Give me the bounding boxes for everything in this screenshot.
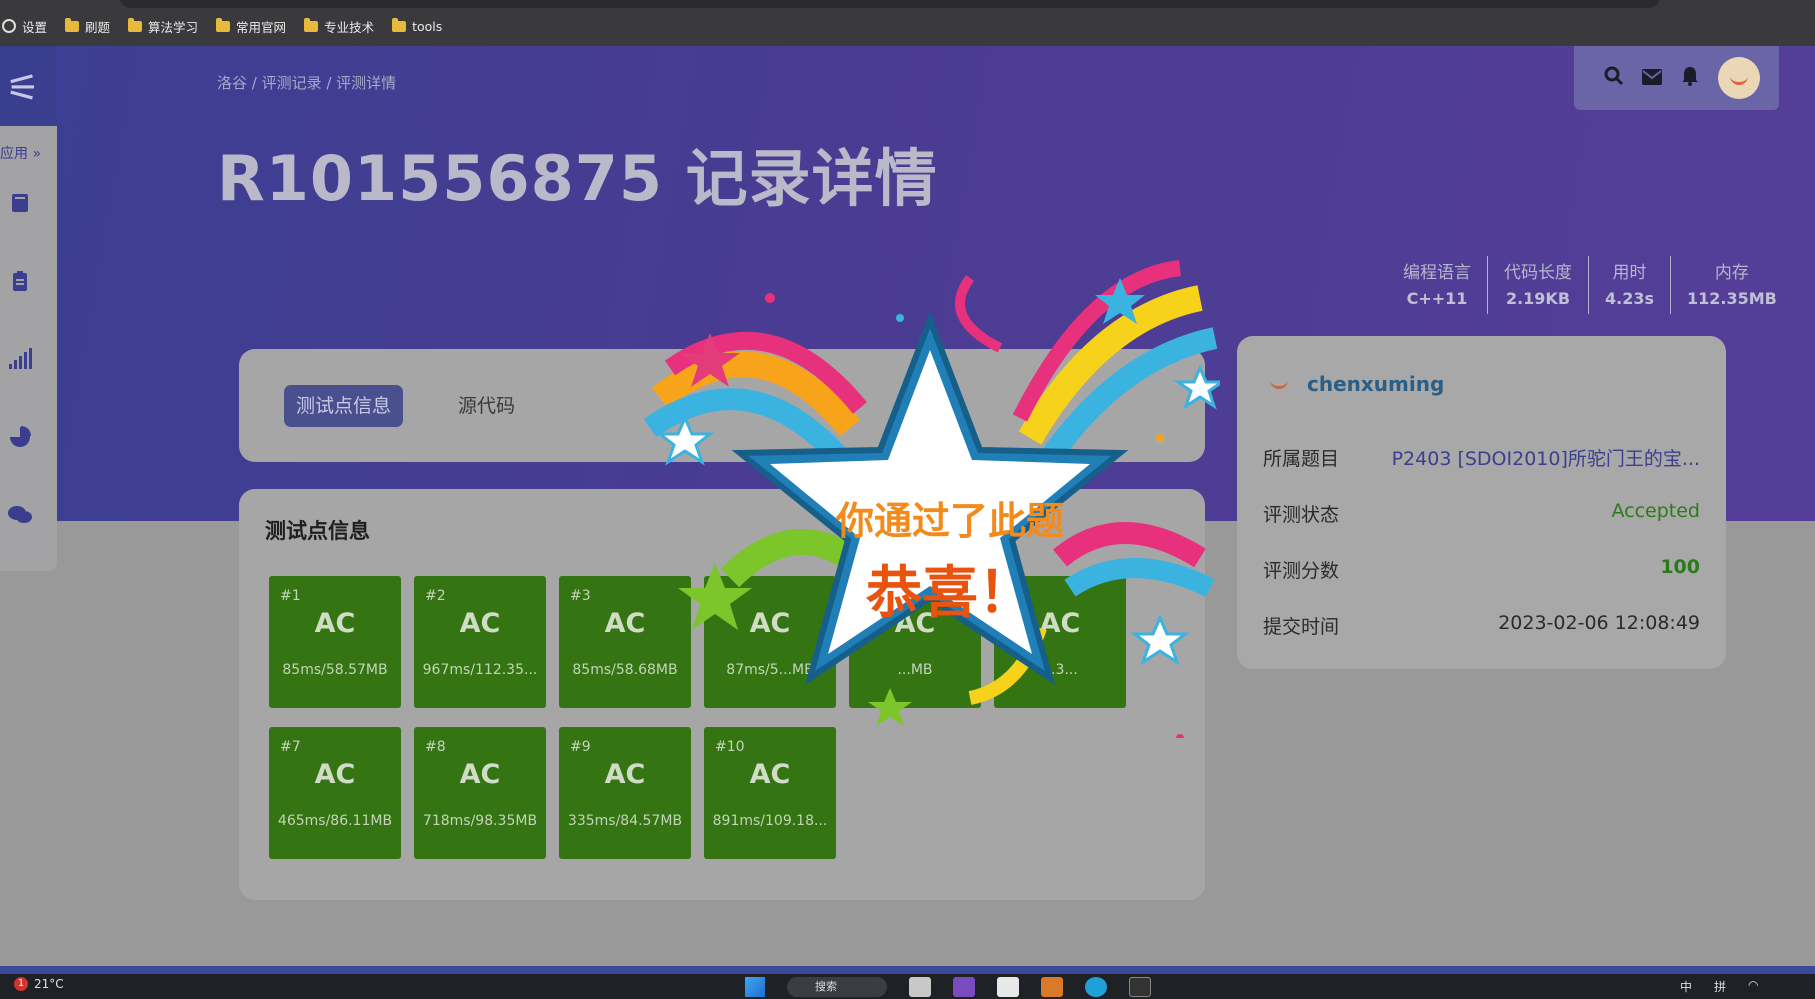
logo-area: ⚟ bbox=[0, 46, 57, 126]
file-explorer-icon[interactable] bbox=[909, 977, 931, 997]
bell-icon[interactable] bbox=[1680, 66, 1700, 91]
test-case[interactable]: #1 AC 85ms/58.57MB bbox=[269, 576, 401, 708]
submission-stats: 编程语言 C++11 代码长度 2.19KB 用时 4.23s 内存 112.3… bbox=[1387, 256, 1793, 314]
test-case[interactable]: #8 AC 718ms/98.35MB bbox=[414, 727, 546, 859]
windows-start-icon[interactable] bbox=[745, 977, 765, 997]
typora-icon[interactable] bbox=[997, 977, 1019, 997]
taskbar-search[interactable]: 搜索 bbox=[787, 977, 887, 997]
sublime-icon[interactable] bbox=[1041, 977, 1063, 997]
user-face-icon bbox=[1263, 376, 1295, 392]
stat-time: 用时 4.23s bbox=[1589, 256, 1671, 314]
problem-link[interactable]: P2403 [SDOI2010]所驼门王的宝... bbox=[1392, 444, 1700, 471]
weather-widget[interactable]: 1 21°C bbox=[14, 977, 64, 991]
gear-icon bbox=[2, 19, 16, 33]
pie-chart-icon[interactable] bbox=[8, 426, 32, 448]
stat-code-length: 代码长度 2.19KB bbox=[1488, 256, 1589, 314]
address-bar[interactable] bbox=[120, 0, 1660, 8]
book-icon[interactable] bbox=[8, 192, 32, 214]
test-case[interactable]: #10 AC 891ms/109.18... bbox=[704, 727, 836, 859]
stat-memory: 内存 112.35MB bbox=[1687, 263, 1777, 308]
tab-source-code[interactable]: 源代码 bbox=[446, 385, 527, 427]
submitter[interactable]: chenxuming bbox=[1263, 372, 1444, 396]
info-row-status: 评测状态 Accepted bbox=[1263, 500, 1700, 526]
bookmark-folder[interactable]: 专业技术 bbox=[304, 17, 374, 36]
bookmark-folder[interactable]: 刷题 bbox=[65, 17, 110, 36]
bookmark-settings[interactable]: 设置 bbox=[2, 17, 47, 36]
ime-mode[interactable]: 拼 bbox=[1714, 978, 1726, 995]
submission-info-card: chenxuming 所属题目 P2403 [SDOI2010]所驼门王的宝..… bbox=[1237, 336, 1726, 669]
test-case[interactable]: #7 AC 465ms/86.11MB bbox=[269, 727, 401, 859]
bookmark-folder[interactable]: tools bbox=[392, 17, 442, 34]
info-row-submit-time: 提交时间 2023-02-06 12:08:49 bbox=[1263, 612, 1700, 638]
username[interactable]: chenxuming bbox=[1307, 372, 1444, 396]
notification-badge: 1 bbox=[14, 977, 28, 991]
visual-studio-icon[interactable] bbox=[953, 977, 975, 997]
search-icon[interactable] bbox=[1604, 66, 1624, 91]
stat-language: 编程语言 C++11 bbox=[1387, 256, 1488, 314]
left-sidebar: ⚟ 应用 » bbox=[0, 46, 57, 571]
folder-icon bbox=[216, 17, 231, 32]
apps-toggle[interactable]: 应用 » bbox=[0, 143, 41, 163]
temperature: 21°C bbox=[34, 977, 64, 991]
status-badge: Accepted bbox=[1611, 500, 1700, 522]
info-row-score: 评测分数 100 bbox=[1263, 556, 1700, 582]
user-avatar[interactable] bbox=[1718, 57, 1760, 99]
test-case[interactable]: #2 AC 967ms/112.35... bbox=[414, 576, 546, 708]
folder-icon bbox=[128, 17, 143, 32]
folder-icon bbox=[304, 17, 319, 32]
submit-time: 2023-02-06 12:08:49 bbox=[1498, 612, 1700, 634]
terminal-icon[interactable] bbox=[1129, 977, 1151, 997]
taskbar-apps: 搜索 bbox=[745, 977, 1151, 997]
bookmark-folder[interactable]: 算法学习 bbox=[128, 17, 198, 36]
folder-icon bbox=[392, 17, 407, 32]
clipboard-icon[interactable] bbox=[8, 270, 32, 292]
test-case[interactable]: #9 AC 335ms/84.57MB bbox=[559, 727, 691, 859]
bookmarks-bar: 设置 刷题 算法学习 常用官网 专业技术 tools bbox=[0, 14, 442, 38]
windows-taskbar: 1 21°C 搜索 中 拼 ◠ bbox=[0, 974, 1815, 999]
score-value: 100 bbox=[1660, 556, 1700, 578]
edge-browser-icon[interactable] bbox=[1085, 977, 1107, 997]
info-row-problem: 所属题目 P2403 [SDOI2010]所驼门王的宝... bbox=[1263, 444, 1700, 471]
folder-icon bbox=[65, 17, 80, 32]
tab-test-cases[interactable]: 测试点信息 bbox=[284, 385, 404, 427]
test-cases-title: 测试点信息 bbox=[265, 519, 370, 543]
signal-bars-icon[interactable] bbox=[8, 348, 32, 370]
ime-indicator[interactable]: 中 bbox=[1680, 978, 1692, 995]
wifi-icon[interactable]: ◠ bbox=[1748, 978, 1758, 995]
celebration-line1: 你通过了此题 bbox=[835, 499, 1064, 543]
bookmark-folder[interactable]: 常用官网 bbox=[216, 17, 286, 36]
chat-icon[interactable] bbox=[8, 504, 32, 526]
page-title: R101556875 记录详情 bbox=[217, 142, 938, 215]
system-tray: 中 拼 ◠ bbox=[1680, 978, 1759, 995]
breadcrumb[interactable]: 洛谷 / 评测记录 / 评测详情 bbox=[217, 72, 396, 93]
footer-strip bbox=[0, 966, 1815, 974]
celebration-line2: 恭喜！ bbox=[866, 561, 1034, 626]
top-toolbar bbox=[1574, 46, 1779, 110]
mail-icon[interactable] bbox=[1642, 66, 1662, 90]
browser-chrome: 设置 刷题 算法学习 常用官网 专业技术 tools bbox=[0, 0, 1815, 46]
luogu-logo-icon[interactable]: ⚟ bbox=[6, 66, 40, 110]
celebration-overlay[interactable]: 你通过了此题 恭喜！ bbox=[640, 258, 1227, 742]
